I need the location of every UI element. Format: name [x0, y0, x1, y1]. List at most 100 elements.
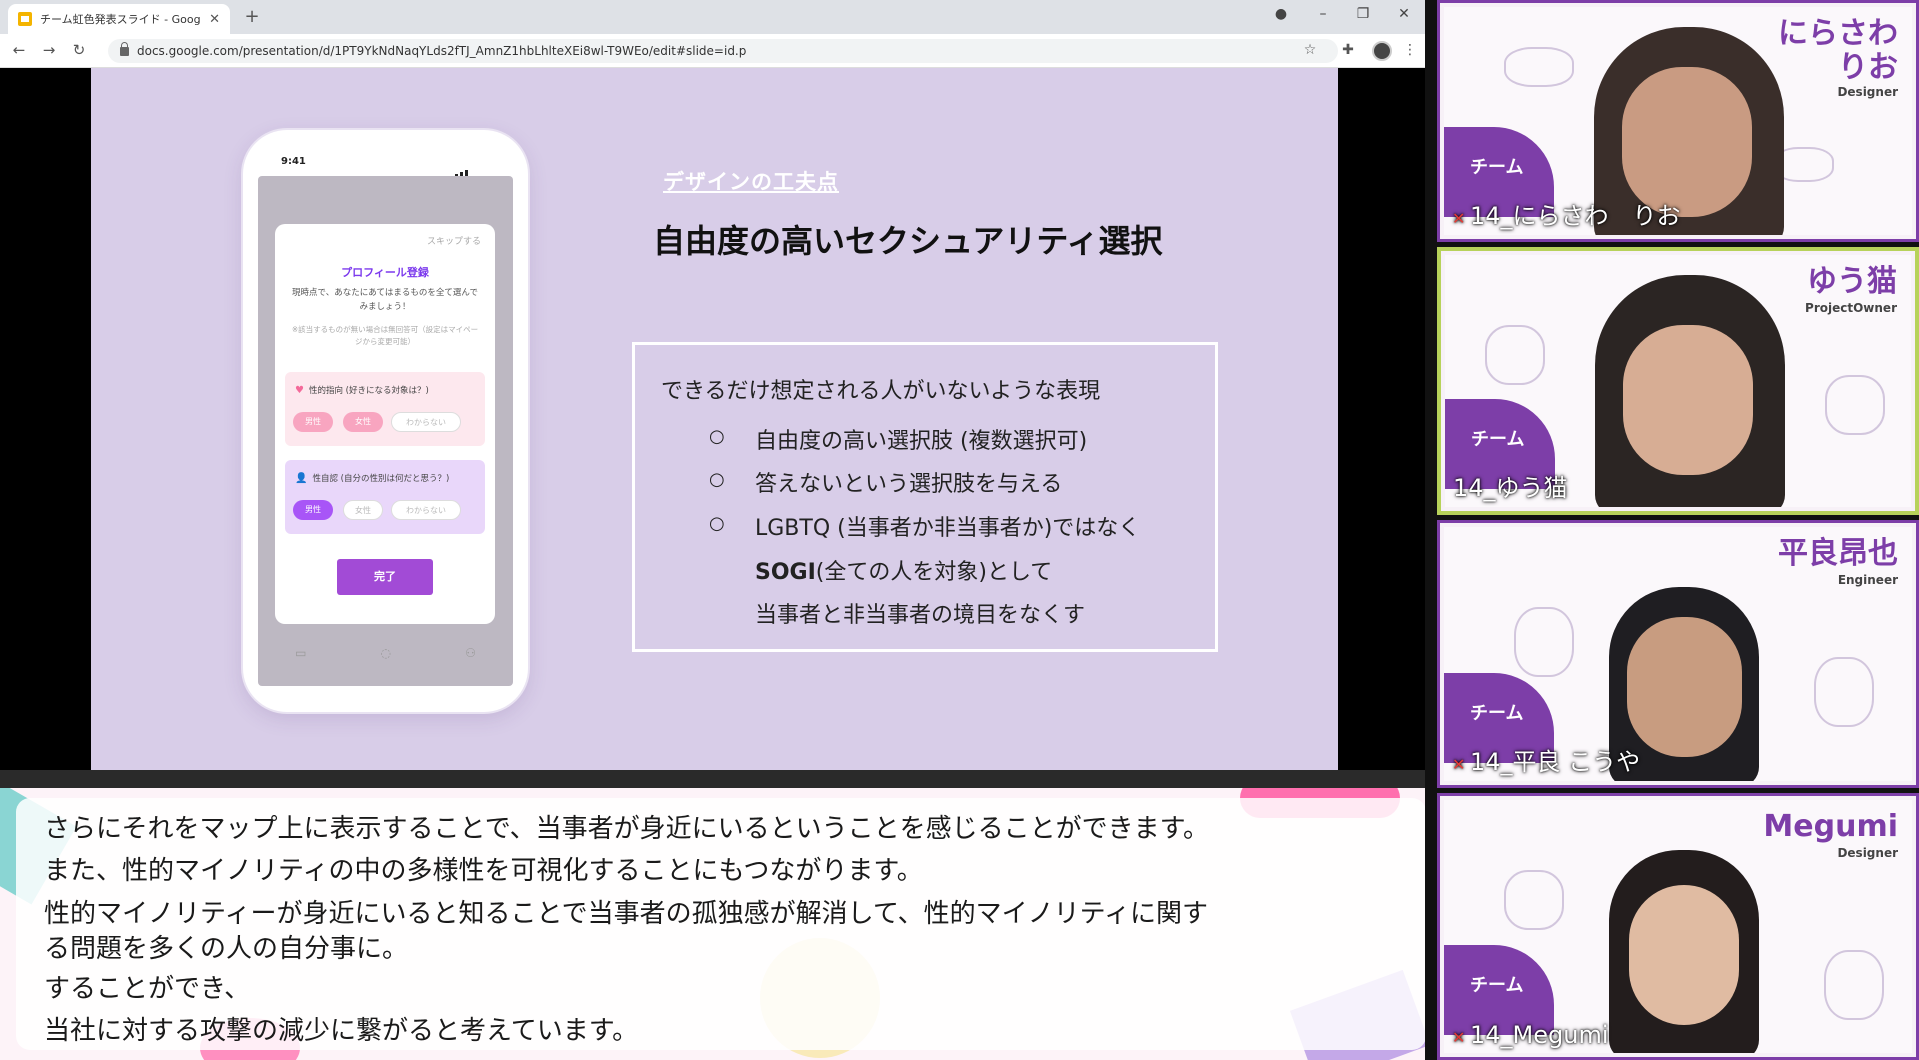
mic-muted-icon: ✕: [1452, 209, 1466, 228]
tile-background: にらさわ りお Designer チーム ✕ 14_にらさわ りお: [1444, 7, 1912, 235]
name-tag: Megumi: [1763, 809, 1898, 844]
chip-unknown[interactable]: わからない: [391, 412, 461, 432]
role-tag: Designer: [1837, 85, 1898, 99]
chip-female[interactable]: 女性: [343, 412, 383, 432]
caption-line: また、性的マイノリティの中の多様性を可視化することにもつながります。: [44, 856, 923, 886]
back-arrow-icon[interactable]: ←: [8, 41, 30, 59]
browser-window: チーム虹色発表スライド - Google Sl ✕ + ● – ❐ ✕ ← → …: [0, 0, 1425, 788]
sogi-term: SOGI: [755, 560, 816, 585]
presentation-slide: 9:41 スキップする プロフィール登録 現時点で、あなたにあてはまるものを全て…: [91, 68, 1338, 770]
travel-sketch-icon: [1504, 870, 1564, 930]
tab-close-icon[interactable]: ✕: [209, 12, 220, 27]
extensions-icon[interactable]: ✚: [1338, 42, 1358, 58]
fruit-sketch-icon: [1514, 607, 1574, 677]
close-window-button[interactable]: ✕: [1393, 6, 1415, 22]
menu-kebab-icon[interactable]: ⋮: [1400, 42, 1420, 58]
skip-link[interactable]: スキップする: [427, 234, 481, 247]
orientation-label-row: ♥ 性的指向 (好きになる対象は？): [295, 384, 429, 397]
orientation-question: ♥ 性的指向 (好きになる対象は？) 男性 女性 わからない: [285, 372, 485, 446]
person-icon: 👤: [295, 472, 308, 484]
address-bar[interactable]: docs.google.com/presentation/d/1PT9YkNdN…: [108, 39, 1338, 63]
tab-bar: チーム虹色発表スライド - Google Sl ✕ + ● – ❐ ✕: [0, 0, 1425, 34]
sogi-rest: (全ての人を対象)として: [815, 560, 1053, 585]
mic-muted-icon: ✕: [1452, 755, 1466, 774]
team-text: チーム: [1471, 429, 1525, 450]
new-tab-button[interactable]: +: [240, 6, 264, 27]
bullet-3: LGBTQ (当事者か非当事者か)ではなく: [755, 516, 1141, 541]
map-icon: ▭: [295, 646, 307, 660]
name-tag: ゆう猫: [1807, 264, 1897, 299]
slide-title: 自由度の高いセクシュアリティ選択: [653, 222, 1163, 260]
cat-sketch-icon: [1485, 325, 1545, 385]
bookmark-star-icon[interactable]: ☆: [1300, 42, 1320, 58]
participant-tile[interactable]: Megumi Designer チーム ✕ 14_Megumi: [1437, 793, 1919, 1060]
minimize-button[interactable]: –: [1312, 6, 1334, 22]
caption-line: することができ、: [44, 974, 251, 1004]
reload-icon[interactable]: ↻: [68, 41, 90, 59]
zoom-name-text: 14_平良 こうや: [1470, 748, 1641, 776]
content-box: できるだけ想定される人がいないような表現 ○ 自由度の高い選択肢 (複数選択可)…: [632, 342, 1218, 652]
url-text: docs.google.com/presentation/d/1PT9YkNdN…: [137, 44, 747, 58]
identity-question: 👤 性自認 (自分の性別は何だと思う？) 男性 女性 わからない: [285, 460, 485, 534]
participant-face: [1622, 67, 1752, 217]
phone-time: 9:41: [281, 156, 306, 167]
team-text: チーム: [1470, 157, 1524, 178]
card-note: ※該当するものが無い場合は無回答可（設定はマイページから変更可能）: [291, 325, 479, 346]
participant-tile[interactable]: 平良昂也 Engineer チーム ✕ 14_平良 こうや: [1437, 520, 1919, 788]
caption-area: さらにそれをマップ上に表示することで、当事者が身近にいるということを感じることが…: [0, 788, 1425, 1060]
phone-mockup: 9:41 スキップする プロフィール登録 現時点で、あなたにあてはまるものを全て…: [243, 130, 528, 712]
forward-arrow-icon[interactable]: →: [38, 41, 60, 59]
done-button[interactable]: 完了: [337, 559, 433, 595]
bullet-3-cont-2: 当事者と非当事者の境目をなくす: [755, 603, 1086, 628]
lead-text: できるだけ想定される人がいないような表現: [661, 379, 1101, 404]
heart-icon: ♥: [295, 384, 304, 396]
zoom-name: ✕ 14_Megumi: [1452, 1021, 1609, 1049]
bullet-1: 自由度の高い選択肢 (複数選択可): [755, 429, 1088, 454]
profile-card: スキップする プロフィール登録 現時点で、あなたにあてはまるものを全て選んでみま…: [275, 224, 495, 624]
mic-muted-icon: ✕: [1452, 1028, 1466, 1047]
zoom-name-text: 14_Megumi: [1470, 1021, 1609, 1049]
chip-unknown[interactable]: わからない: [391, 500, 461, 520]
caption-line: 当社に対する攻撃の減少に繋がると考えています。: [44, 1016, 639, 1046]
participants-panel: にらさわ りお Designer チーム ✕ 14_にらさわ りお ゆう猫 Pro…: [1425, 0, 1919, 1060]
name-tag: にらさわ りお: [1778, 16, 1898, 85]
chip-male[interactable]: 男性: [293, 412, 333, 432]
participant-face: [1623, 325, 1753, 475]
role-tag: Engineer: [1837, 573, 1898, 587]
tile-background: Megumi Designer チーム ✕ 14_Megumi: [1444, 800, 1912, 1053]
participant-tile-active[interactable]: ゆう猫 ProjectOwner チーム 14_ゆう猫: [1437, 247, 1919, 515]
slides-favicon-icon: [18, 12, 32, 26]
name-tag: 平良昂也: [1778, 536, 1898, 571]
screen: チーム虹色発表スライド - Google Sl ✕ + ● – ❐ ✕ ← → …: [0, 0, 1919, 1060]
caption-line: 性的マイノリティーが身近にいると知ることで当事者の孤独感が解消して、性的マイノリ…: [44, 899, 1209, 929]
zoom-name-text: 14_ゆう猫: [1453, 474, 1568, 502]
identity-label-row: 👤 性自認 (自分の性別は何だと思う？): [295, 472, 450, 485]
tile-background: 平良昂也 Engineer チーム ✕ 14_平良 こうや: [1444, 527, 1912, 781]
maximize-button[interactable]: ❐: [1352, 6, 1374, 22]
zoom-name-text: 14_にらさわ りお: [1470, 202, 1681, 230]
browser-tab[interactable]: チーム虹色発表スライド - Google Sl ✕: [8, 4, 230, 34]
browser-toolbar: ← → ↻ docs.google.com/presentation/d/1PT…: [0, 34, 1425, 68]
profile-avatar[interactable]: [1372, 41, 1392, 61]
card-title: プロフィール登録: [341, 266, 429, 279]
fruit-sketch-icon: [1814, 657, 1874, 727]
team-text: チーム: [1470, 975, 1524, 996]
bullet-circle-icon: ○: [709, 513, 725, 534]
bullet-circle-icon: ○: [709, 426, 725, 447]
horizontal-scrollbar[interactable]: [0, 770, 1425, 788]
food-sketch-icon: [1504, 47, 1574, 87]
slide-kicker: デザインの工夫点: [663, 170, 839, 194]
travel-sketch-icon: [1824, 950, 1884, 1020]
participant-face: [1627, 617, 1742, 757]
caption-box: さらにそれをマップ上に表示することで、当事者が身近にいるということを感じることが…: [16, 798, 1425, 1050]
bullet-2: 答えないという選択肢を与える: [755, 472, 1063, 497]
participant-face: [1629, 885, 1739, 1025]
caption-line: さらにそれをマップ上に表示することで、当事者が身近にいるということを感じることが…: [44, 814, 1210, 844]
identity-label: 性自認 (自分の性別は何だと思う？): [312, 474, 450, 484]
chip-female[interactable]: 女性: [343, 500, 383, 520]
cat-sketch-icon: [1825, 375, 1885, 435]
zoom-name: ✕ 14_平良 こうや: [1452, 742, 1640, 777]
participant-tile[interactable]: にらさわ りお Designer チーム ✕ 14_にらさわ りお: [1437, 0, 1919, 242]
tile-background: ゆう猫 ProjectOwner チーム 14_ゆう猫: [1445, 255, 1911, 507]
chip-male[interactable]: 男性: [293, 500, 333, 520]
